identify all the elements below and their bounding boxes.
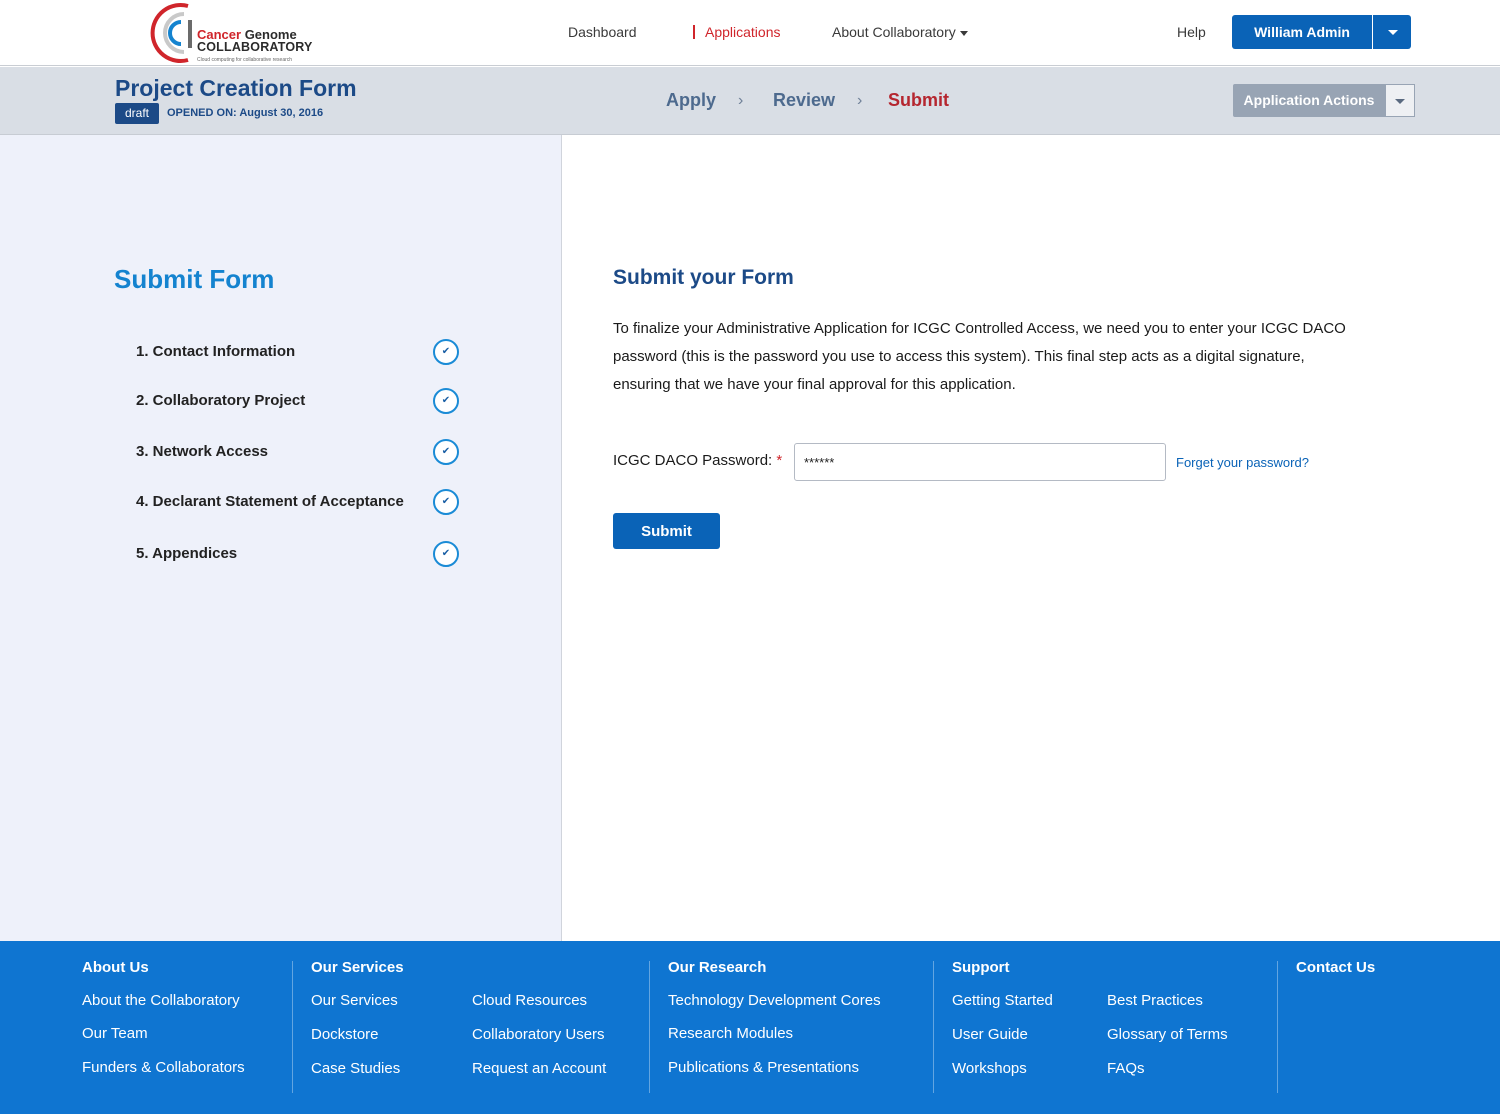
submit-button[interactable]: Submit [613, 513, 720, 549]
sidebar-item-label: 5. Appendices [136, 545, 238, 562]
footer-heading-research: Our Research [668, 959, 767, 976]
user-menu-toggle[interactable] [1372, 15, 1411, 49]
footer-link[interactable]: FAQs [1107, 1060, 1145, 1077]
footer-link[interactable]: Technology Development Cores [668, 992, 881, 1009]
check-circle-icon: ✔ [433, 489, 459, 515]
application-actions-toggle[interactable] [1385, 84, 1415, 117]
instructions-paragraph: To finalize your Administrative Applicat… [613, 320, 1346, 393]
content-heading: Submit your Form [613, 266, 794, 289]
sidebar-item-label: 2. Collaboratory Project [136, 392, 306, 409]
check-circle-icon: ✔ [433, 439, 459, 465]
sidebar-item-collaboratory-project[interactable]: 2. Collaboratory Project ✔ [136, 386, 461, 416]
footer-link[interactable]: Our Services [311, 992, 398, 1009]
footer-link[interactable]: Getting Started [952, 992, 1053, 1009]
form-header: Project Creation Form draft OPENED ON: A… [0, 67, 1500, 135]
logo-subtitle: COLLABORATORY [197, 40, 313, 54]
footer-link[interactable]: About the Collaboratory [82, 992, 240, 1009]
nav-dashboard[interactable]: Dashboard [568, 24, 637, 40]
chevron-right-icon: › [738, 92, 744, 109]
footer-link[interactable]: Funders & Collaborators [82, 1059, 245, 1076]
chevron-right-icon: › [857, 92, 863, 109]
check-circle-icon: ✔ [433, 541, 459, 567]
sidebar-item-appendices[interactable]: 5. Appendices ✔ [136, 539, 461, 569]
nav-about-label: About Collaboratory [832, 24, 956, 40]
forgot-password-link[interactable]: Forget your password? [1176, 455, 1309, 470]
password-field[interactable] [794, 443, 1166, 481]
logo-tagline: Cloud computing for collaborative resear… [197, 57, 293, 63]
step-review[interactable]: Review [773, 90, 835, 111]
footer-heading-support: Support [952, 959, 1010, 976]
user-name: William Admin [1254, 24, 1350, 40]
caret-down-icon [959, 30, 968, 36]
top-navbar: Cancer Genome COLLABORATORY Cloud comput… [0, 0, 1500, 66]
step-apply[interactable]: Apply [666, 90, 716, 111]
form-sections-sidebar: Submit Form 1. Contact Information ✔ 2. … [0, 135, 562, 941]
application-actions-button[interactable]: Application Actions [1233, 84, 1415, 117]
sidebar-item-label: 3. Network Access [136, 443, 269, 460]
sidebar-heading: Submit Form [114, 264, 275, 294]
status-badge: draft [115, 103, 159, 124]
password-label: ICGC DACO Password: * [613, 452, 783, 469]
sidebar-item-network-access[interactable]: 3. Network Access ✔ [136, 437, 461, 467]
footer-divider [649, 961, 650, 1093]
footer-divider [933, 961, 934, 1093]
footer-link[interactable]: Research Modules [668, 1025, 793, 1042]
footer-link[interactable]: Publications & Presentations [668, 1059, 859, 1076]
footer-link[interactable]: User Guide [952, 1026, 1028, 1043]
footer-heading-services: Our Services [311, 959, 404, 976]
footer-link[interactable]: Case Studies [311, 1060, 400, 1077]
nav-about-collaboratory[interactable]: About Collaboratory [832, 24, 968, 40]
footer-link[interactable]: Workshops [952, 1060, 1027, 1077]
caret-down-icon [1388, 30, 1398, 35]
footer-link[interactable]: Request an Account [472, 1060, 606, 1077]
footer-link[interactable]: Our Team [82, 1025, 148, 1042]
step-submit[interactable]: Submit [888, 90, 949, 111]
footer-divider [292, 961, 293, 1093]
footer-link[interactable]: Best Practices [1107, 992, 1203, 1009]
collaboratory-logo[interactable]: Cancer Genome COLLABORATORY Cloud comput… [150, 0, 320, 66]
footer-link[interactable]: Collaboratory Users [472, 1026, 605, 1043]
footer-link[interactable]: Glossary of Terms [1107, 1026, 1228, 1043]
opened-date: OPENED ON: August 30, 2016 [167, 107, 324, 119]
sidebar-item-label: 1. Contact Information [136, 343, 296, 360]
footer-heading-about: About Us [82, 959, 149, 976]
sidebar-item-contact-information[interactable]: 1. Contact Information ✔ [136, 337, 461, 367]
nav-help[interactable]: Help [1177, 24, 1206, 40]
footer-link[interactable]: Cloud Resources [472, 992, 587, 1009]
footer-contact-link[interactable]: Contact Us [1296, 959, 1375, 976]
logo-mark-icon [150, 3, 192, 63]
sidebar-item-label: 4. Declarant Statement of Acceptance [136, 493, 404, 510]
check-circle-icon: ✔ [433, 388, 459, 414]
page-title: Project Creation Form [115, 75, 357, 101]
footer-divider [1277, 961, 1278, 1093]
site-footer: About Us About the Collaboratory Our Tea… [0, 941, 1500, 1114]
required-marker: * [776, 452, 783, 469]
user-menu-button[interactable]: William Admin [1232, 15, 1411, 49]
application-actions-label: Application Actions [1243, 92, 1375, 108]
caret-down-icon [1395, 99, 1405, 104]
nav-applications[interactable]: Applications [693, 25, 781, 39]
check-circle-icon: ✔ [433, 339, 459, 365]
sidebar-item-declarant-statement[interactable]: 4. Declarant Statement of Acceptance ✔ [136, 487, 461, 517]
footer-link[interactable]: Dockstore [311, 1026, 379, 1043]
